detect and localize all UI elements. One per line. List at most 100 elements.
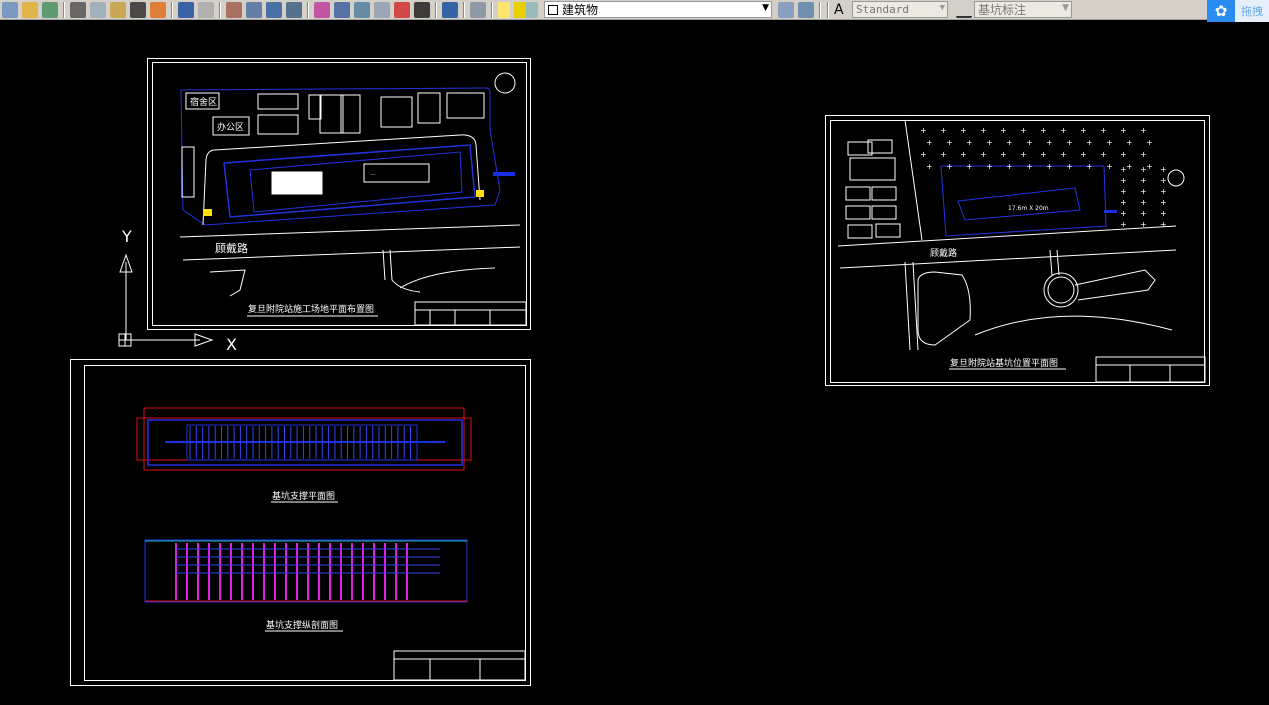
cut-icon[interactable] bbox=[70, 1, 86, 18]
text-style-icon[interactable]: A bbox=[834, 2, 850, 18]
tree-symbol: + bbox=[1140, 198, 1147, 207]
pan-icon[interactable] bbox=[226, 1, 242, 18]
tree-symbol: + bbox=[926, 162, 933, 171]
tree-symbol: + bbox=[1020, 150, 1027, 159]
layer-previous-icon[interactable] bbox=[798, 1, 814, 18]
sheet-set-icon[interactable] bbox=[374, 1, 390, 18]
tree-symbol: + bbox=[1026, 138, 1033, 147]
tree-symbol: + bbox=[966, 162, 973, 171]
publish-icon[interactable] bbox=[42, 1, 58, 18]
tree-symbol: + bbox=[1100, 150, 1107, 159]
tree-symbol: + bbox=[1100, 126, 1107, 135]
cloud-button-label: 拖拽 bbox=[1241, 5, 1263, 18]
layer-manager-icon[interactable] bbox=[470, 1, 486, 18]
tree-symbol: + bbox=[1026, 162, 1033, 171]
text-style-value: Standard bbox=[856, 3, 909, 16]
separator bbox=[219, 1, 221, 18]
layer-icons[interactable] bbox=[498, 1, 538, 18]
text-style-combo[interactable]: Standard ▼ bbox=[852, 1, 948, 18]
tree-symbol: + bbox=[1126, 138, 1133, 147]
tree-symbol: + bbox=[920, 150, 927, 159]
redo-icon[interactable] bbox=[198, 1, 214, 18]
tree-symbol: + bbox=[1160, 165, 1167, 174]
tree-symbol: + bbox=[1040, 126, 1047, 135]
tree-symbol: + bbox=[1086, 138, 1093, 147]
layer-combo-value: 建筑物 bbox=[562, 3, 599, 17]
paste-icon[interactable] bbox=[110, 1, 126, 18]
road-label: 顾戴路 bbox=[930, 247, 957, 259]
open-icon[interactable] bbox=[22, 1, 38, 18]
tree-symbol: + bbox=[966, 138, 973, 147]
tree-symbol: + bbox=[960, 126, 967, 135]
tree-symbol: + bbox=[1140, 126, 1147, 135]
undo-icon[interactable] bbox=[178, 1, 194, 18]
tree-symbol: + bbox=[1140, 220, 1147, 229]
cloud-drag-button[interactable]: ✿ 拖拽 bbox=[1207, 0, 1269, 22]
tree-symbol: + bbox=[940, 126, 947, 135]
section-title: 基坑支撑纵剖面图 bbox=[266, 619, 338, 631]
tree-symbol: + bbox=[1160, 220, 1167, 229]
tree-symbol: + bbox=[1066, 138, 1073, 147]
tree-symbol: + bbox=[1020, 126, 1027, 135]
tree-symbol: + bbox=[1160, 198, 1167, 207]
copy-icon[interactable] bbox=[90, 1, 106, 18]
tree-symbol: + bbox=[1080, 150, 1087, 159]
design-center-icon[interactable] bbox=[334, 1, 350, 18]
tree-symbol: + bbox=[980, 150, 987, 159]
markup-icon[interactable] bbox=[394, 1, 410, 18]
tree-symbol: + bbox=[1060, 126, 1067, 135]
chevron-down-icon[interactable]: ▼ bbox=[762, 3, 769, 13]
tree-symbol: + bbox=[1120, 220, 1127, 229]
match-properties-icon[interactable] bbox=[130, 1, 146, 18]
separator bbox=[435, 1, 437, 18]
ucs-x-label: X bbox=[226, 335, 237, 354]
chevron-down-icon[interactable]: ▼ bbox=[1062, 3, 1069, 13]
tree-symbol: + bbox=[986, 138, 993, 147]
tree-symbol: + bbox=[1140, 176, 1147, 185]
zone-label-office: 办公区 bbox=[217, 121, 244, 133]
properties-icon[interactable] bbox=[314, 1, 330, 18]
separator bbox=[491, 1, 493, 18]
help-icon[interactable] bbox=[442, 1, 458, 18]
tree-symbol: + bbox=[1046, 138, 1053, 147]
tree-symbol: + bbox=[1106, 162, 1113, 171]
zoom-realtime-icon[interactable] bbox=[246, 1, 262, 18]
zoom-previous-icon[interactable] bbox=[286, 1, 302, 18]
zoom-window-icon[interactable] bbox=[266, 1, 282, 18]
tree-symbol: + bbox=[980, 126, 987, 135]
separator bbox=[63, 1, 65, 18]
tree-symbol: + bbox=[986, 162, 993, 171]
tree-symbol: + bbox=[1120, 198, 1127, 207]
tree-symbol: + bbox=[1160, 176, 1167, 185]
dim-style-icon[interactable] bbox=[956, 2, 972, 18]
zone-label-dormitory: 宿舍区 bbox=[190, 96, 217, 108]
drawing-canvas[interactable]: 宿舍区 办公区 ··· 顾戴路 复旦附院站施工场地平面布置图 Y X 17.6m… bbox=[0, 0, 1269, 705]
pit-dimension: 17.6m X 20m bbox=[1008, 205, 1049, 212]
make-layer-current-icon[interactable] bbox=[778, 1, 794, 18]
separator bbox=[463, 1, 465, 18]
drawing-title: 复旦附院站基坑位置平面图 bbox=[950, 357, 1058, 369]
tree-symbol: + bbox=[1066, 162, 1073, 171]
dim-style-value: 基坑标注 bbox=[978, 3, 1027, 17]
tree-symbol: + bbox=[1126, 162, 1133, 171]
tree-symbol: + bbox=[926, 138, 933, 147]
ucs-y-label: Y bbox=[121, 227, 132, 246]
color-square-icon bbox=[548, 4, 558, 15]
standard-toolbar: 建筑物 ▼ A Standard ▼ 基坑标注 ▼ bbox=[0, 0, 1269, 20]
layer-combo[interactable]: 建筑物 ▼ bbox=[544, 1, 772, 18]
block-editor-icon[interactable] bbox=[150, 1, 166, 18]
qnew-icon[interactable] bbox=[2, 1, 18, 18]
dim-style-combo[interactable]: 基坑标注 ▼ bbox=[974, 1, 1072, 18]
drawing-site-layout: 宿舍区 办公区 ··· 顾戴路 复旦附院站施工场地平面布置图 bbox=[147, 58, 531, 330]
tree-symbol: + bbox=[960, 150, 967, 159]
drawing-support: 基坑支撑平面图 基坑支撑纵剖面图 bbox=[70, 359, 531, 686]
tree-symbol: + bbox=[1140, 209, 1147, 218]
calculator-icon[interactable] bbox=[414, 1, 430, 18]
tree-symbol: + bbox=[1140, 187, 1147, 196]
tool-palettes-icon[interactable] bbox=[354, 1, 370, 18]
tree-symbol: + bbox=[1146, 162, 1153, 171]
tree-symbol: + bbox=[1160, 209, 1167, 218]
tree-symbol: + bbox=[946, 138, 953, 147]
chevron-down-icon[interactable]: ▼ bbox=[940, 3, 945, 13]
tree-symbol: + bbox=[1080, 126, 1087, 135]
